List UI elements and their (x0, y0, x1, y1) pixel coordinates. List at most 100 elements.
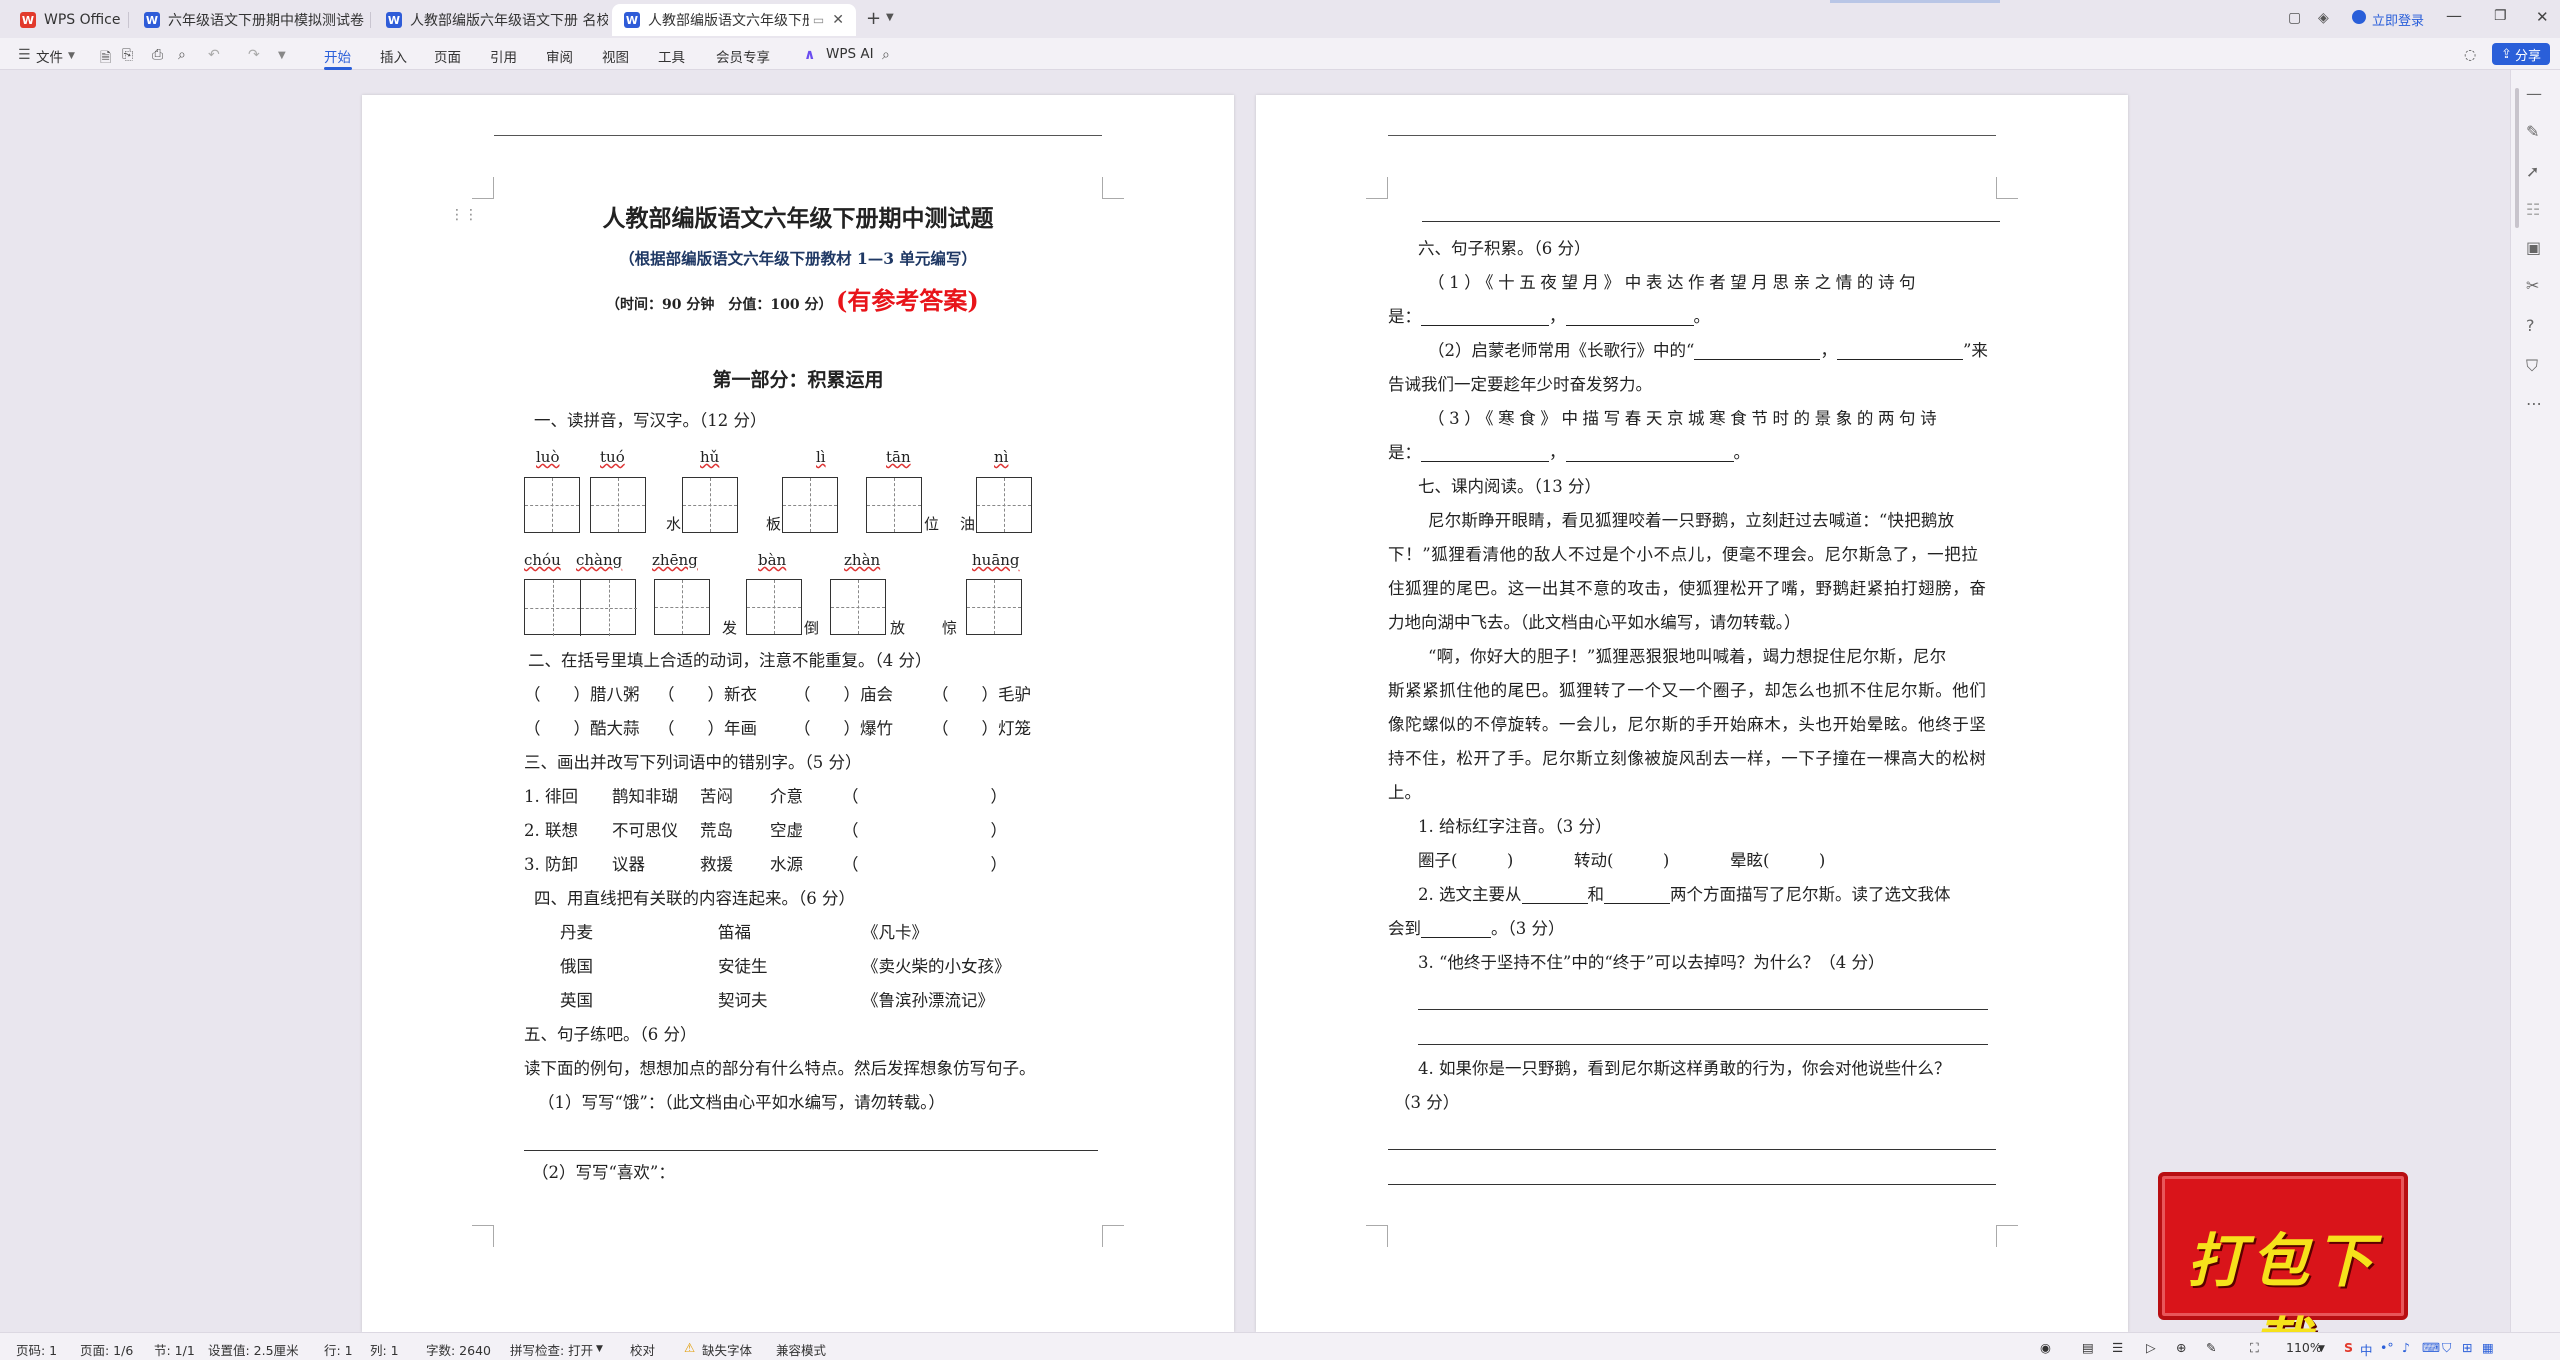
char-box[interactable] (524, 477, 580, 533)
tab-tools[interactable]: 工具 (658, 46, 685, 66)
char-box[interactable] (782, 477, 838, 533)
answer-blank[interactable] (1421, 446, 1549, 462)
gamepad-icon[interactable]: ⊞ (2462, 1340, 2472, 1355)
document-canvas[interactable]: ⋮⋮ 人教部编版语文六年级下册期中测试题 （根据部编版语文六年级下册教材 1—3… (0, 70, 2500, 1332)
status-missing-font[interactable]: 缺失字体 (702, 1340, 752, 1359)
file-menu[interactable]: 文件 (36, 46, 63, 66)
grid-icon[interactable]: ▦ (2482, 1340, 2494, 1355)
status-page[interactable]: 页码: 1 (16, 1340, 57, 1359)
answer-blank[interactable] (1694, 344, 1821, 360)
status-row[interactable]: 行: 1 (324, 1340, 353, 1359)
tab-monitor-icon[interactable]: ▭ (813, 13, 824, 27)
answer-line[interactable] (1388, 1184, 1996, 1185)
outline-icon[interactable]: ☰ (2112, 1340, 2123, 1355)
q3-answer[interactable]: （ ） (842, 856, 1007, 874)
redo-icon[interactable]: ↷ (248, 47, 260, 63)
pen-icon[interactable]: ✎ (2526, 122, 2539, 141)
shirt-icon[interactable]: ⛉ (2442, 1340, 2451, 1356)
tab-doc-2[interactable]: W 人教部编版六年级语文下册 名校期中 (374, 4, 608, 36)
char-box[interactable] (866, 477, 922, 533)
answer-blank[interactable] (1565, 310, 1694, 326)
play-icon[interactable]: ▷ (2146, 1340, 2156, 1355)
page-2[interactable]: 六、句子积累。（6 分） （1）《十五夜望月》中表达作者望月思亲之情的诗句 是：… (1256, 95, 2128, 1332)
keyboard-icon[interactable]: ⌨ (2422, 1340, 2440, 1355)
tab-page[interactable]: 页面 (434, 46, 461, 66)
scrollbar-thumb[interactable] (2515, 88, 2519, 228)
image-icon[interactable]: ▣ (2526, 238, 2541, 257)
search-icon[interactable]: ⌕ (882, 47, 890, 63)
status-proof[interactable]: 校对 (630, 1340, 655, 1359)
download-promo-badge[interactable]: 打包下载 (2158, 1172, 2408, 1360)
new-tab-icon[interactable]: + (866, 8, 881, 29)
char-box[interactable] (590, 477, 646, 533)
char-box[interactable] (581, 580, 637, 636)
answer-line[interactable] (1418, 1009, 1988, 1010)
char-box[interactable] (525, 580, 581, 636)
collapse-icon[interactable]: — (2526, 84, 2542, 103)
cube-icon[interactable]: ◈ (2318, 10, 2329, 26)
close-icon[interactable]: ✕ (832, 12, 844, 28)
ime-punct-icon[interactable]: •° (2380, 1340, 2394, 1355)
export-icon[interactable]: ⎘ (122, 47, 133, 63)
zoom-level[interactable]: 110% (2286, 1340, 2322, 1355)
fit-icon[interactable]: ⛶ (2250, 1340, 2259, 1356)
char-box[interactable] (654, 579, 710, 635)
char-box[interactable] (682, 477, 738, 533)
char-box[interactable] (746, 579, 802, 635)
microphone-icon[interactable]: ♪ (2402, 1340, 2410, 1355)
share-button[interactable]: ⇪ 分享 (2492, 43, 2550, 65)
close-window-icon[interactable]: ✕ (2536, 8, 2549, 26)
avatar-icon[interactable] (2352, 10, 2366, 24)
tab-wps-office[interactable]: W WPS Office (8, 4, 126, 36)
tab-member[interactable]: 会员专享 (716, 46, 770, 66)
char-box[interactable] (830, 579, 886, 635)
more-icon[interactable]: ⋯ (2526, 394, 2542, 413)
chevron-down-icon[interactable]: ▼ (278, 50, 286, 61)
tab-review[interactable]: 审阅 (546, 46, 573, 66)
tab-view[interactable]: 视图 (602, 46, 629, 66)
status-compat-mode[interactable]: 兼容模式 (776, 1340, 826, 1359)
tab-start[interactable]: 开始 (324, 46, 351, 66)
answer-blank[interactable] (1604, 888, 1670, 904)
tab-insert[interactable]: 插入 (380, 46, 407, 66)
status-pages[interactable]: 页面: 1/6 (80, 1340, 133, 1359)
status-col[interactable]: 列: 1 (370, 1340, 399, 1359)
chevron-down-icon[interactable]: ▼ (886, 12, 894, 23)
edit-icon[interactable]: ✎ (2206, 1340, 2216, 1355)
status-section[interactable]: 节: 1/1 (154, 1340, 195, 1359)
answer-line[interactable] (1422, 221, 2000, 222)
save-icon[interactable]: 🗎 (100, 47, 111, 71)
answer-blank[interactable] (1421, 922, 1491, 938)
answer-blank[interactable] (1836, 344, 1963, 360)
menu-icon[interactable]: ☰ (18, 47, 31, 63)
answer-line[interactable] (1418, 1044, 1988, 1045)
char-box[interactable] (966, 579, 1022, 635)
cursor-icon[interactable]: ➚ (2526, 162, 2539, 181)
status-setting[interactable]: 设置值: 2.5厘米 (208, 1340, 299, 1359)
minimize-icon[interactable]: — (2446, 6, 2462, 25)
answer-line[interactable] (524, 1150, 1098, 1151)
ime-cn-icon[interactable]: 中 (2360, 1340, 2373, 1359)
wps-ai-button[interactable]: WPS AI (826, 46, 874, 62)
login-link[interactable]: 立即登录 (2372, 10, 2424, 29)
page-1[interactable]: ⋮⋮ 人教部编版语文六年级下册期中测试题 （根据部编版语文六年级下册教材 1—3… (362, 95, 1234, 1332)
undo-icon[interactable]: ↶ (208, 47, 220, 63)
chevron-down-icon[interactable]: ▼ (596, 1344, 603, 1354)
scrollbar-track[interactable] (2513, 74, 2521, 494)
char-box-pair[interactable] (524, 579, 637, 636)
help-icon[interactable]: ? (2526, 316, 2535, 335)
q3-answer[interactable]: （ ） (842, 788, 1007, 806)
shirt-icon[interactable]: ⛉ (2526, 356, 2538, 376)
status-words[interactable]: 字数: 2640 (426, 1340, 491, 1359)
comment-icon[interactable]: ◌ (2464, 47, 2476, 63)
answer-blank[interactable] (1521, 888, 1588, 904)
tab-doc-1[interactable]: W 六年级语文下册期中模拟测试卷（六 (132, 4, 368, 36)
answer-blank[interactable] (1421, 310, 1549, 326)
answer-blank[interactable] (1565, 446, 1734, 462)
web-icon[interactable]: ⊕ (2176, 1340, 2186, 1355)
print-icon[interactable]: ⎙ (152, 47, 163, 63)
ime-logo-icon[interactable]: S (2344, 1340, 2353, 1355)
print-preview-icon[interactable]: ⌕ (178, 47, 186, 63)
char-box[interactable] (976, 477, 1032, 533)
answer-line[interactable] (1388, 1149, 1996, 1150)
